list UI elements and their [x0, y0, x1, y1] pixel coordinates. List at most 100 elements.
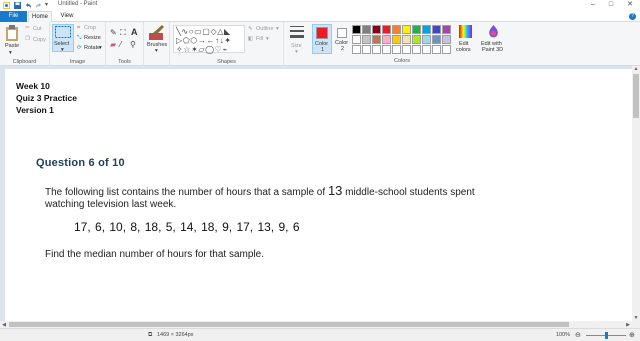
- zoom-in-icon[interactable]: ⊕: [629, 331, 635, 339]
- status-bar: ⧉ 1469 × 3264px 100% ⊖ ⊕: [0, 328, 640, 341]
- version-label: Version 1: [16, 105, 54, 115]
- color2-swatch: [337, 28, 347, 38]
- tab-home[interactable]: Home: [28, 11, 52, 22]
- text-tool-icon[interactable]: A: [131, 27, 138, 37]
- select-dropdown-icon[interactable]: ▾: [61, 47, 64, 53]
- palette-swatch[interactable]: [442, 35, 451, 44]
- copy-icon[interactable]: ❐: [25, 36, 30, 42]
- vertical-scrollbar[interactable]: ▲ ▼: [632, 66, 640, 321]
- horizontal-scrollbar[interactable]: ◀ ▶: [0, 321, 632, 328]
- paste-icon[interactable]: [5, 25, 19, 41]
- help-icon[interactable]: ?: [629, 13, 636, 20]
- scroll-down-icon[interactable]: ▼: [632, 315, 640, 321]
- palette-swatch[interactable]: [392, 25, 401, 34]
- palette-swatch[interactable]: [372, 35, 381, 44]
- color1-number: 1: [321, 47, 325, 53]
- undo-icon[interactable]: [25, 2, 32, 9]
- palette-swatch[interactable]: [412, 35, 421, 44]
- palette-swatch[interactable]: [402, 25, 411, 34]
- palette-swatch[interactable]: [362, 25, 371, 34]
- palette-swatch[interactable]: [352, 25, 361, 34]
- outline-icon[interactable]: ✎: [248, 26, 253, 32]
- palette-swatch[interactable]: [402, 45, 411, 54]
- question-text-before: The following list contains the number o…: [45, 187, 328, 198]
- palette-swatch[interactable]: [432, 25, 441, 34]
- fill-bucket-icon[interactable]: ⛶: [120, 28, 126, 38]
- pencil-icon[interactable]: ✎: [110, 28, 117, 37]
- canvas-size-icon: ⧉: [148, 332, 153, 338]
- palette-swatch[interactable]: [422, 45, 431, 54]
- zoom-out-icon[interactable]: ⊖: [575, 331, 581, 339]
- size-dropdown-icon[interactable]: ▾: [295, 49, 298, 55]
- fill-dropdown-icon[interactable]: ▾: [266, 36, 269, 42]
- cut-button[interactable]: Cut: [33, 26, 42, 32]
- crop-icon[interactable]: ⌗: [77, 25, 80, 32]
- edit-colors-button[interactable]: Edit colors: [455, 24, 477, 58]
- color-picker-icon[interactable]: ⁄: [120, 40, 121, 49]
- shapes-gallery[interactable]: ╲∿○▭▢◇△◣ ▷⬠⬡→←↑↓✦ ✧☆✶▱◯♡⌁: [173, 25, 245, 54]
- palette-swatch[interactable]: [442, 45, 451, 54]
- outline-dropdown-icon[interactable]: ▾: [276, 26, 279, 32]
- palette-swatch[interactable]: [372, 25, 381, 34]
- palette-swatch[interactable]: [432, 45, 441, 54]
- tools-label: Tools: [118, 59, 131, 65]
- color1-button[interactable]: Color 1: [312, 24, 332, 54]
- palette-swatch[interactable]: [422, 35, 431, 44]
- maximize-button[interactable]: □: [602, 0, 620, 11]
- crop-button[interactable]: Crop: [84, 25, 96, 31]
- color2-button[interactable]: Color 2: [334, 24, 352, 54]
- fill-button[interactable]: Fill: [256, 36, 263, 42]
- paste-dropdown-icon[interactable]: ▾: [9, 50, 12, 56]
- palette-swatch[interactable]: [372, 45, 381, 54]
- horizontal-scroll-thumb[interactable]: [9, 322, 569, 327]
- paste-button[interactable]: Paste: [5, 43, 19, 49]
- redo-icon[interactable]: [35, 2, 42, 9]
- palette-swatch[interactable]: [382, 35, 391, 44]
- minimize-button[interactable]: –: [584, 0, 602, 11]
- palette-swatch[interactable]: [362, 35, 371, 44]
- palette-swatch[interactable]: [422, 25, 431, 34]
- edit-with-paint3d-button[interactable]: Edit with Paint 3D: [478, 24, 508, 58]
- cut-icon[interactable]: ✂: [25, 25, 30, 31]
- rotate-button[interactable]: Rotate: [84, 45, 100, 51]
- zoom-slider-thumb[interactable]: [605, 332, 608, 339]
- resize-icon[interactable]: ⤡: [77, 35, 81, 42]
- rotate-dropdown-icon[interactable]: ▾: [99, 45, 102, 51]
- palette-swatch[interactable]: [432, 35, 441, 44]
- shapes-row-3-icon[interactable]: ✧☆✶▱◯♡⌁: [176, 45, 228, 54]
- magnifier-icon[interactable]: ⚲: [130, 40, 136, 49]
- brushes-dropdown-icon[interactable]: ▾: [155, 48, 158, 54]
- qat-dropdown-icon[interactable]: ▾: [45, 1, 48, 8]
- palette-swatch[interactable]: [402, 35, 411, 44]
- palette-swatch[interactable]: [352, 35, 361, 44]
- tab-view[interactable]: View: [56, 11, 78, 22]
- resize-button[interactable]: Resize: [84, 35, 101, 41]
- close-button[interactable]: ✕: [621, 0, 639, 11]
- shapes-label: Shapes: [217, 59, 236, 65]
- eraser-icon[interactable]: ▰: [110, 40, 116, 49]
- colors-label: Colors: [394, 58, 410, 64]
- palette-swatch[interactable]: [382, 25, 391, 34]
- palette-swatch[interactable]: [412, 25, 421, 34]
- shapes-row-1-icon[interactable]: ╲∿○▭▢◇△◣: [176, 27, 231, 36]
- palette-swatch[interactable]: [392, 35, 401, 44]
- palette-swatch[interactable]: [442, 25, 451, 34]
- palette-swatch[interactable]: [382, 45, 391, 54]
- color1-swatch: [316, 27, 328, 39]
- palette-swatch[interactable]: [362, 45, 371, 54]
- quiz-label: Quiz 3 Practice: [16, 93, 77, 103]
- rotate-icon[interactable]: ⟳: [77, 45, 82, 51]
- brushes-icon[interactable]: [149, 25, 165, 41]
- palette-swatch[interactable]: [392, 45, 401, 54]
- vertical-scroll-thumb[interactable]: [633, 74, 639, 118]
- fill-icon[interactable]: ◧: [248, 36, 253, 42]
- save-icon[interactable]: [14, 2, 21, 9]
- shapes-row-2-icon[interactable]: ▷⬠⬡→←↑↓✦: [176, 36, 232, 45]
- outline-button[interactable]: Outline: [256, 26, 273, 32]
- scroll-up-icon[interactable]: ▲: [632, 66, 640, 72]
- palette-swatch[interactable]: [412, 45, 421, 54]
- copy-button[interactable]: Copy: [33, 37, 46, 43]
- canvas[interactable]: Week 10 Quiz 3 Practice Version 1 Questi…: [5, 69, 632, 321]
- tab-file[interactable]: File: [0, 11, 27, 22]
- palette-swatch[interactable]: [352, 45, 361, 54]
